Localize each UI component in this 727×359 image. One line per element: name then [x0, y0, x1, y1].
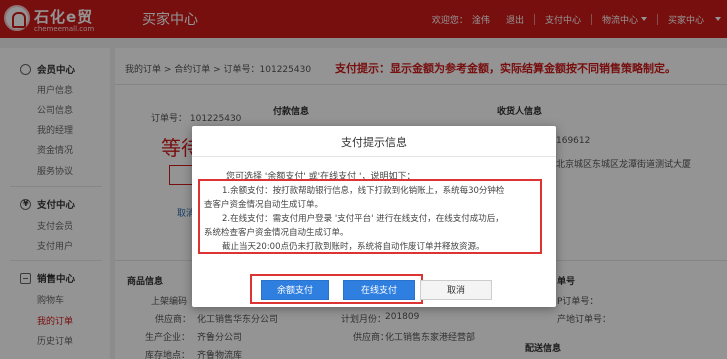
dialog-title: 支付提示信息	[341, 136, 407, 149]
explanation-line: 查客户资金情况自动生成订单。	[204, 200, 324, 210]
explanation-line: 1.余额支付：按打款帮助银行信息，线下打款到化销账上，系统每30分钟检	[222, 186, 505, 196]
payment-tip-dialog: 支付提示信息 您可选择 '余额支付' 或'在线支付 '，说明如下： 1.余额支付…	[192, 126, 556, 307]
online-pay-button[interactable]: 在线支付	[343, 280, 415, 300]
explanation-line: 2.在线支付：需支付用户登录 '支付平台' 进行在线支付，在线支付成功后，	[222, 214, 504, 224]
balance-pay-button[interactable]: 余额支付	[261, 280, 329, 300]
explanation-line: 系统检查客户资金情况自动生成订单。	[204, 228, 349, 238]
explanation-line: 截止当天20:00点仍未打款到账时，系统将自动作废订单并释放资源。	[222, 242, 485, 252]
dialog-divider	[192, 156, 556, 157]
payment-explanation-box: 1.余额支付：按打款帮助银行信息，线下打款到化销账上，系统每30分钟检 查客户资…	[198, 179, 542, 254]
cancel-button[interactable]: 取消	[420, 280, 492, 300]
